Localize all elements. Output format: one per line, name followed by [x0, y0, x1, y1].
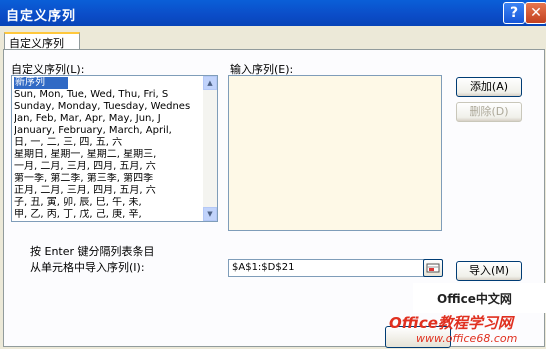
close-button[interactable]: ✕ — [525, 2, 546, 24]
scroll-up-arrow-icon[interactable]: ▲ — [203, 76, 217, 90]
watermark-main-text: Office教程学习网 — [389, 314, 513, 332]
list-item-new[interactable]: 新序列 — [14, 77, 68, 89]
list-item[interactable]: 子, 丑, 寅, 卯, 辰, 巳, 午, 未, — [14, 197, 200, 209]
hint-text: 按 Enter 键分隔列表条目 — [30, 245, 155, 258]
custom-lists-listbox[interactable]: 新序列 Sun, Mon, Tue, Wed, Thu, Fri, S Sund… — [11, 75, 218, 222]
scroll-down-arrow-icon[interactable]: ▼ — [203, 207, 217, 221]
watermark-url-text: www.office68.com — [416, 332, 518, 345]
watermark-office-text: Office中文网 — [437, 292, 512, 306]
cell-range-input[interactable]: $A$1:$D$21 — [228, 259, 425, 277]
list-item[interactable]: January, February, March, April, — [14, 125, 200, 137]
list-item[interactable]: Sun, Mon, Tue, Wed, Thu, Fri, S — [14, 89, 200, 101]
range-picker-button[interactable] — [423, 259, 443, 277]
list-item[interactable]: Sunday, Monday, Tuesday, Wednes — [14, 101, 200, 113]
list-item[interactable]: 正月, 二月, 三月, 四月, 五月, 六 — [14, 185, 200, 197]
input-list-textarea[interactable] — [228, 75, 442, 231]
list-item[interactable]: 第一季, 第二季, 第三季, 第四季 — [14, 173, 200, 185]
list-item[interactable]: 一月, 二月, 三月, 四月, 五月, 六 — [14, 161, 200, 173]
import-from-cells-label: 从单元格中导入序列(I): — [30, 261, 145, 274]
import-button[interactable]: 导入(M) — [456, 261, 522, 281]
delete-button[interactable]: 删除(D) — [456, 102, 522, 122]
list-item[interactable]: 星期日, 星期一, 星期二, 星期三, — [14, 149, 200, 161]
list-scrollbar[interactable]: ▲ ▼ — [203, 76, 217, 221]
list-item[interactable]: Jan, Feb, Mar, Apr, May, Jun, J — [14, 113, 200, 125]
window-title: 自定义序列 — [6, 9, 77, 24]
add-button[interactable]: 添加(A) — [456, 77, 522, 97]
title-bar: 自定义序列 ? ✕ — [0, 0, 546, 26]
list-item[interactable]: 日, 一, 二, 三, 四, 五, 六 — [14, 137, 200, 149]
collapse-dialog-icon — [426, 263, 440, 273]
help-button[interactable]: ? — [503, 2, 525, 24]
list-item[interactable]: 甲, 乙, 丙, 丁, 戊, 己, 庚, 辛, — [14, 209, 200, 221]
